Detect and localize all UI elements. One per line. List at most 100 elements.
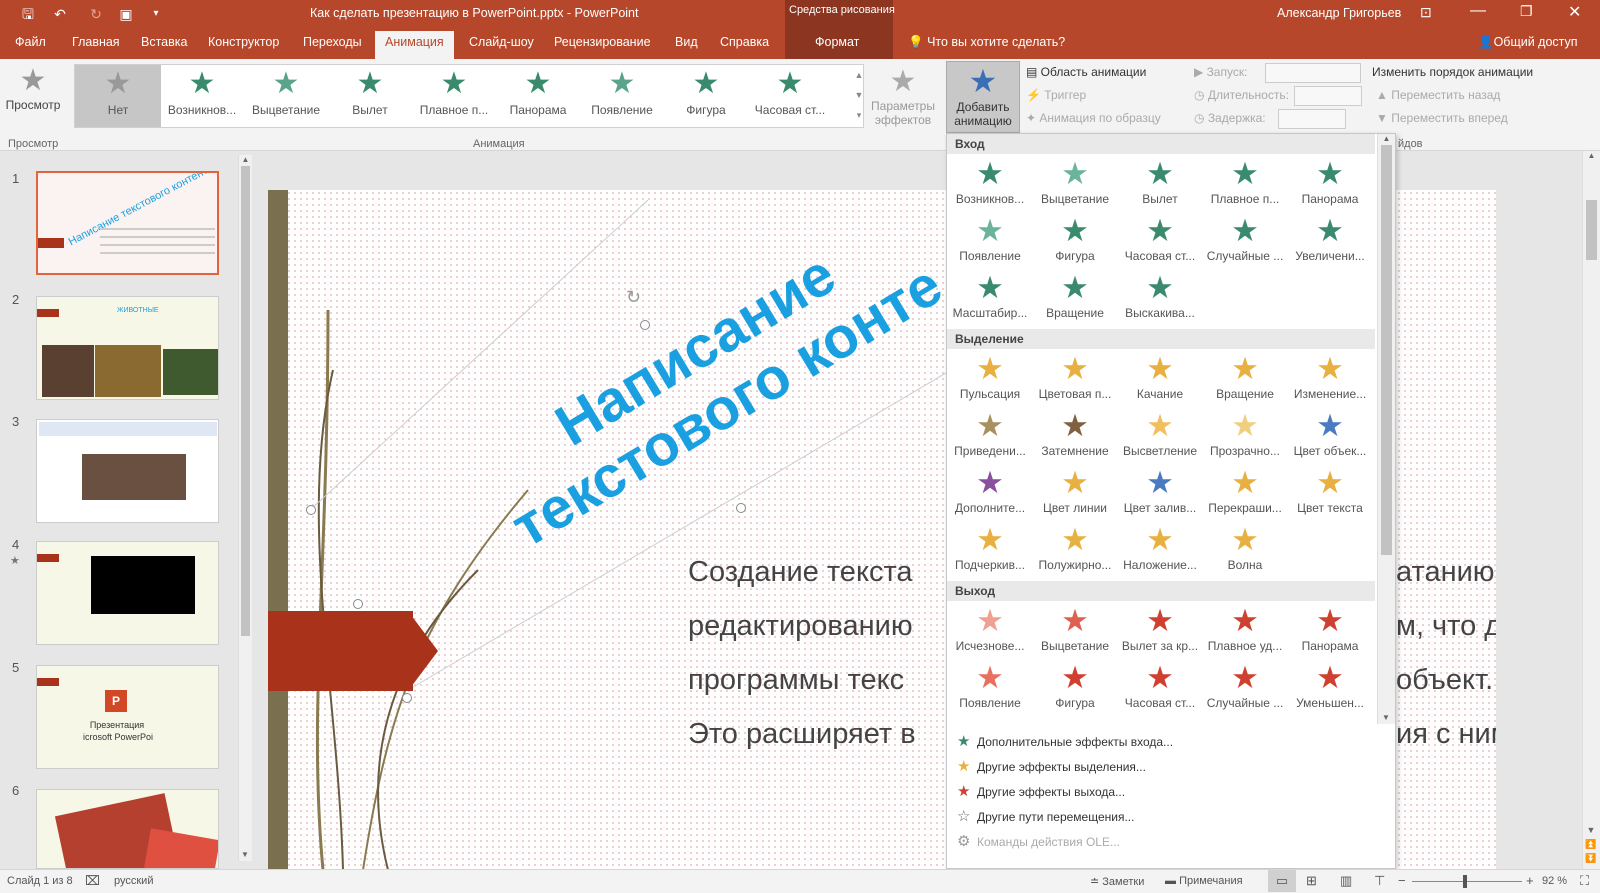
user-name[interactable]: Александр Григорьев [1277, 6, 1401, 20]
animation-effect[interactable]: ★ Качание [1117, 351, 1203, 409]
preview-button[interactable]: ★ Просмотр [2, 63, 64, 129]
animation-effect[interactable]: ★ Вращение [1032, 270, 1118, 328]
gallery-effect-7[interactable]: ★ Фигура [663, 65, 749, 127]
gallery-effect-8[interactable]: ★ Часовая ст... [747, 65, 833, 127]
tab-format[interactable]: Формат [815, 35, 859, 49]
anim-painter-button[interactable]: ✦ Анимация по образцу [1026, 111, 1161, 125]
effect-params-button[interactable]: ★ Параметры эффектов [870, 65, 936, 131]
animation-effect[interactable]: ★ Исчезнове... [947, 603, 1033, 661]
slide-thumbnail-4[interactable] [36, 541, 219, 645]
dropdown-scrollbar[interactable]: ▲ ▼ [1377, 134, 1395, 724]
animation-effect[interactable]: ★ Волна [1202, 522, 1288, 580]
thumbnails-scrollbar[interactable]: ▲ ▼ [238, 155, 252, 861]
slide-thumbnail-5[interactable]: P Презентация icrosoft PowerPoi [36, 665, 219, 769]
language-label[interactable]: русский [114, 875, 153, 887]
animation-effect[interactable]: ★ Появление [947, 213, 1033, 271]
slide-thumbnail-6[interactable] [36, 789, 219, 869]
minimize-icon[interactable]: — [1470, 2, 1486, 20]
customize-qat-icon[interactable]: ▾ [146, 4, 166, 24]
animation-effect[interactable]: ★ Цвет линии [1032, 465, 1118, 523]
fit-to-window-icon[interactable]: ⛶ [1580, 873, 1589, 889]
trigger-button[interactable]: ⚡ Триггер [1026, 88, 1086, 102]
slide-thumbnail-2[interactable]: ЖИВОТНЫЕ [36, 296, 219, 400]
animation-effect[interactable]: ★ Полужирно... [1032, 522, 1118, 580]
animation-effect[interactable]: ★ Затемнение [1032, 408, 1118, 466]
animation-effect[interactable]: ★ Пульсация [947, 351, 1033, 409]
zoom-slider[interactable] [1412, 881, 1522, 882]
animation-effect[interactable]: ★ Фигура [1032, 660, 1118, 718]
add-animation-button[interactable]: ★ Добавить анимацию [946, 61, 1020, 133]
share-button[interactable]: 👤Общий доступ [1478, 35, 1578, 50]
animation-effect[interactable]: ★ Фигура [1032, 213, 1118, 271]
tab-animations[interactable]: Анимация [375, 31, 454, 59]
more-effects-item[interactable]: ★ Дополнительные эффекты входа... [947, 728, 1387, 752]
close-icon[interactable]: ✕ [1568, 2, 1581, 22]
move-back-button[interactable]: ▲ Переместить назад [1376, 88, 1500, 102]
tab-review[interactable]: Рецензирование [554, 35, 651, 49]
animation-effect[interactable]: ★ Перекраши... [1202, 465, 1288, 523]
animation-effect[interactable]: ★ Прозрачно... [1202, 408, 1288, 466]
tell-me-box[interactable]: 💡 Что вы хотите сделать? [908, 35, 1065, 50]
reading-view-icon[interactable]: ▥ [1340, 873, 1352, 889]
zoom-level[interactable]: 92 % [1542, 875, 1567, 887]
more-effects-item[interactable]: ★ Другие эффекты выделения... [947, 753, 1387, 777]
animation-effect[interactable]: ★ Наложение... [1117, 522, 1203, 580]
move-forward-button[interactable]: ▼ Переместить вперед [1376, 111, 1508, 125]
comments-button[interactable]: ▬ Примечания [1165, 875, 1243, 887]
animation-effect[interactable]: ★ Возникнов... [947, 156, 1033, 214]
animation-effect[interactable]: ★ Плавное п... [1202, 156, 1288, 214]
slide-thumbnail-1[interactable]: Написание текстового контента [36, 171, 219, 275]
animation-effect[interactable]: ★ Уменьшен... [1287, 660, 1373, 718]
slide-body-left[interactable]: Создание текста редактированию программы… [688, 545, 916, 761]
scroll-thumb[interactable] [241, 166, 250, 636]
tab-help[interactable]: Справка [720, 35, 769, 49]
animation-effect[interactable]: ★ Цвет залив... [1117, 465, 1203, 523]
animation-effect[interactable]: ★ Вращение [1202, 351, 1288, 409]
animation-effect[interactable]: ★ Высветление [1117, 408, 1203, 466]
save-icon[interactable]: 🖫 [18, 4, 38, 24]
animation-effect[interactable]: ★ Изменение... [1287, 351, 1373, 409]
ribbon-display-icon[interactable]: ⊡ [1420, 4, 1432, 21]
gallery-effect-6[interactable]: ★ Появление [579, 65, 665, 127]
more-effects-item[interactable]: ☆ Другие пути перемещения... [947, 803, 1387, 827]
more-effects-item[interactable]: ⚙ Команды действия OLE... [947, 828, 1387, 852]
tab-slideshow[interactable]: Слайд-шоу [469, 35, 534, 49]
delay-input[interactable] [1278, 109, 1346, 129]
restore-icon[interactable]: ❐ [1520, 3, 1533, 20]
gallery-effect-4[interactable]: ★ Плавное п... [411, 65, 497, 127]
tab-file[interactable]: Файл [15, 35, 46, 49]
gallery-effect-3[interactable]: ★ Вылет [327, 65, 413, 127]
animation-effect[interactable]: ★ Цвет объек... [1287, 408, 1373, 466]
start-select[interactable] [1265, 63, 1361, 83]
resize-handle[interactable] [736, 503, 746, 513]
animation-effect[interactable]: ★ Часовая ст... [1117, 213, 1203, 271]
animation-effect[interactable]: ★ Случайные ... [1202, 213, 1288, 271]
animation-effect[interactable]: ★ Подчеркив... [947, 522, 1033, 580]
zoom-slider-thumb[interactable] [1463, 875, 1467, 888]
tab-home[interactable]: Главная [72, 35, 120, 49]
animation-effect[interactable]: ★ Панорама [1287, 603, 1373, 661]
undo-icon[interactable]: ↶ [50, 4, 70, 24]
animation-effect[interactable]: ★ Появление [947, 660, 1033, 718]
slide-nav-buttons[interactable]: ▼ ⏫ ⏬ [1583, 823, 1599, 865]
zoom-out-button[interactable]: − [1398, 873, 1406, 888]
resize-handle[interactable] [640, 320, 650, 330]
scroll-thumb[interactable] [1381, 145, 1392, 555]
slide-thumbnail-3[interactable] [36, 419, 219, 523]
resize-handle[interactable] [402, 693, 412, 703]
editor-scrollbar[interactable]: ▲ ▼ ⏫ ⏬ [1582, 151, 1600, 869]
zoom-in-button[interactable]: + [1526, 873, 1534, 888]
animation-effect[interactable]: ★ Масштабир... [947, 270, 1033, 328]
slide-sorter-icon[interactable]: ⊞ [1306, 873, 1317, 889]
animation-pane-button[interactable]: ▤ Область анимации [1026, 65, 1146, 79]
animation-effect[interactable]: ★ Приведени... [947, 408, 1033, 466]
gallery-scroll[interactable]: ▲ ▼ ▾ [853, 65, 865, 127]
animation-effect[interactable]: ★ Выцветание [1032, 156, 1118, 214]
more-effects-item[interactable]: ★ Другие эффекты выхода... [947, 778, 1387, 802]
tab-insert[interactable]: Вставка [141, 35, 187, 49]
gallery-effect-0[interactable]: ★ Нет [75, 65, 161, 127]
tab-transitions[interactable]: Переходы [303, 35, 362, 49]
animation-effect[interactable]: ★ Выцветание [1032, 603, 1118, 661]
present-icon[interactable]: ▣ [116, 4, 136, 24]
animation-effect[interactable]: ★ Выскакива... [1117, 270, 1203, 328]
